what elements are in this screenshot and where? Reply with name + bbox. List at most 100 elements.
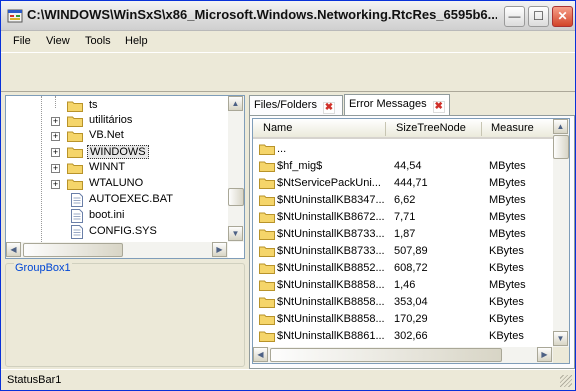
tree-item-label: utilitários: [89, 114, 133, 126]
file-icon: [71, 225, 83, 239]
folder-icon: [259, 212, 275, 223]
tree-item-winnt[interactable]: + WINNT: [6, 160, 228, 176]
tree-item-wtaluno[interactable]: + WTALUNO: [6, 176, 228, 192]
folder-icon: [259, 178, 275, 189]
item-size: 507,89: [394, 245, 428, 257]
app-window: C:\WINDOWS\WinSxS\x86_Microsoft.Windows.…: [0, 0, 576, 391]
folder-icon: [67, 101, 83, 112]
tree-item-windows[interactable]: + WINDOWS: [6, 144, 228, 160]
column-divider[interactable]: [385, 122, 386, 136]
folder-icon: [259, 263, 275, 274]
list-item[interactable]: $NtUninstallKB8858... 353,04 KBytes: [253, 294, 553, 311]
menu-file[interactable]: File: [13, 35, 31, 47]
list-item[interactable]: $NtServicePackUni... 444,71 MBytes: [253, 175, 553, 192]
scroll-right-arrow-icon[interactable]: ▶: [537, 347, 552, 362]
status-bar: StatusBar1: [1, 369, 575, 390]
maximize-button[interactable]: ☐: [528, 6, 549, 27]
tree-item-utilitarios[interactable]: + utilitários: [6, 113, 228, 129]
item-size: 44,54: [394, 160, 422, 172]
item-size: 6,62: [394, 194, 416, 206]
expand-icon[interactable]: +: [51, 164, 60, 173]
close-tab-icon[interactable]: ✖: [322, 102, 335, 114]
toolbar-area: [1, 52, 575, 92]
expand-icon[interactable]: +: [51, 180, 60, 189]
folder-icon: [259, 280, 275, 291]
list-item[interactable]: $NtUninstallKB8861... 302,66 KBytes: [253, 328, 553, 345]
item-measure: MBytes: [489, 160, 526, 172]
list-item[interactable]: $NtUninstallKB8852... 608,72 KBytes: [253, 260, 553, 277]
folder-open-icon: [67, 147, 83, 158]
tab-error-messages[interactable]: Error Messages ✖: [344, 94, 450, 115]
tree-horizontal-scrollbar[interactable]: ◀ ▶: [6, 242, 228, 258]
tree-item-autoexec[interactable]: AUTOEXEC.BAT: [6, 192, 228, 208]
item-name: ...: [277, 143, 287, 155]
item-size: 1,87: [394, 228, 416, 240]
scroll-thumb[interactable]: [228, 188, 244, 206]
title-bar[interactable]: C:\WINDOWS\WinSxS\x86_Microsoft.Windows.…: [1, 1, 575, 31]
tree-item-vbnet[interactable]: + VB.Net: [6, 128, 228, 144]
item-size: 353,04: [394, 296, 428, 308]
folder-icon: [67, 116, 83, 127]
expand-icon[interactable]: +: [51, 132, 60, 141]
item-measure: MBytes: [489, 177, 526, 189]
tree-vertical-scrollbar[interactable]: ▲ ▼: [228, 96, 244, 242]
menu-view[interactable]: View: [46, 35, 70, 47]
item-name: $NtUninstallKB8852...: [277, 262, 385, 274]
scroll-down-arrow-icon[interactable]: ▼: [553, 331, 568, 346]
minimize-button[interactable]: —: [504, 6, 525, 27]
item-measure: KBytes: [489, 313, 524, 325]
scroll-up-arrow-icon[interactable]: ▲: [228, 96, 243, 111]
item-size: 302,66: [394, 330, 428, 342]
list-item[interactable]: ...: [253, 141, 553, 158]
item-name: $NtUninstallKB8858...: [277, 296, 385, 308]
scroll-thumb[interactable]: [553, 135, 569, 159]
list-item[interactable]: $NtUninstallKB8733... 507,89 KBytes: [253, 243, 553, 260]
column-header-measure[interactable]: Measure: [491, 122, 534, 134]
close-tab-icon[interactable]: ✖: [432, 101, 445, 113]
item-measure: KBytes: [489, 245, 524, 257]
expand-icon[interactable]: +: [51, 148, 60, 157]
menu-help[interactable]: Help: [125, 35, 148, 47]
list-item[interactable]: $NtUninstallKB8858... 1,46 MBytes: [253, 277, 553, 294]
list-vertical-scrollbar[interactable]: ▲ ▼: [553, 119, 569, 347]
column-header-size[interactable]: SizeTreeNode: [396, 122, 466, 134]
tree-item-ts[interactable]: ts: [6, 98, 228, 114]
menu-tools[interactable]: Tools: [85, 35, 111, 47]
tree-item-configsys[interactable]: CONFIG.SYS: [6, 224, 228, 240]
list-item[interactable]: $NtUninstallKB8858... 170,29 KBytes: [253, 311, 553, 328]
list-item[interactable]: $NtUninstallKB8733... 1,87 MBytes: [253, 226, 553, 243]
item-name: $NtUninstallKB8347...: [277, 194, 385, 206]
folder-icon: [259, 297, 275, 308]
folder-icon: [259, 144, 275, 155]
expand-icon[interactable]: +: [51, 117, 60, 126]
scroll-thumb[interactable]: [23, 243, 123, 257]
item-name: $NtUninstallKB8733...: [277, 228, 385, 240]
scroll-right-arrow-icon[interactable]: ▶: [212, 242, 227, 257]
column-divider[interactable]: [481, 122, 482, 136]
list-item[interactable]: $NtUninstallKB8672... 7,71 MBytes: [253, 209, 553, 226]
menu-bar: File View Tools Help: [1, 32, 575, 52]
scroll-left-arrow-icon[interactable]: ◀: [253, 347, 268, 362]
resize-grip-icon[interactable]: [560, 375, 572, 387]
scroll-up-arrow-icon[interactable]: ▲: [553, 119, 568, 134]
item-name: $NtUninstallKB8858...: [277, 279, 385, 291]
folder-tree[interactable]: ts + utilitários + VB.Net + WINDOWS + WI…: [5, 95, 245, 259]
item-name: $NtUninstallKB8672...: [277, 211, 385, 223]
scroll-thumb[interactable]: [270, 348, 502, 362]
group-box-title: GroupBox1: [14, 262, 72, 274]
item-size: 1,46: [394, 279, 416, 291]
list-item[interactable]: $hf_mig$ 44,54 MBytes: [253, 158, 553, 175]
item-measure: MBytes: [489, 211, 526, 223]
file-list[interactable]: Name SizeTreeNode Measure ... $hf_mig$ 4…: [252, 118, 570, 364]
scroll-left-arrow-icon[interactable]: ◀: [6, 242, 21, 257]
list-horizontal-scrollbar[interactable]: ◀ ▶: [253, 347, 553, 363]
close-button[interactable]: ✕: [552, 6, 573, 27]
tree-item-bootini[interactable]: boot.ini: [6, 208, 228, 224]
tab-files-folders[interactable]: Files/Folders ✖: [249, 95, 343, 115]
item-name: $NtUninstallKB8861...: [277, 330, 385, 342]
item-size: 7,71: [394, 211, 416, 223]
list-item[interactable]: $NtUninstallKB8347... 6,62 MBytes: [253, 192, 553, 209]
scroll-down-arrow-icon[interactable]: ▼: [228, 226, 243, 241]
column-header-name[interactable]: Name: [263, 122, 292, 134]
item-measure: KBytes: [489, 262, 524, 274]
